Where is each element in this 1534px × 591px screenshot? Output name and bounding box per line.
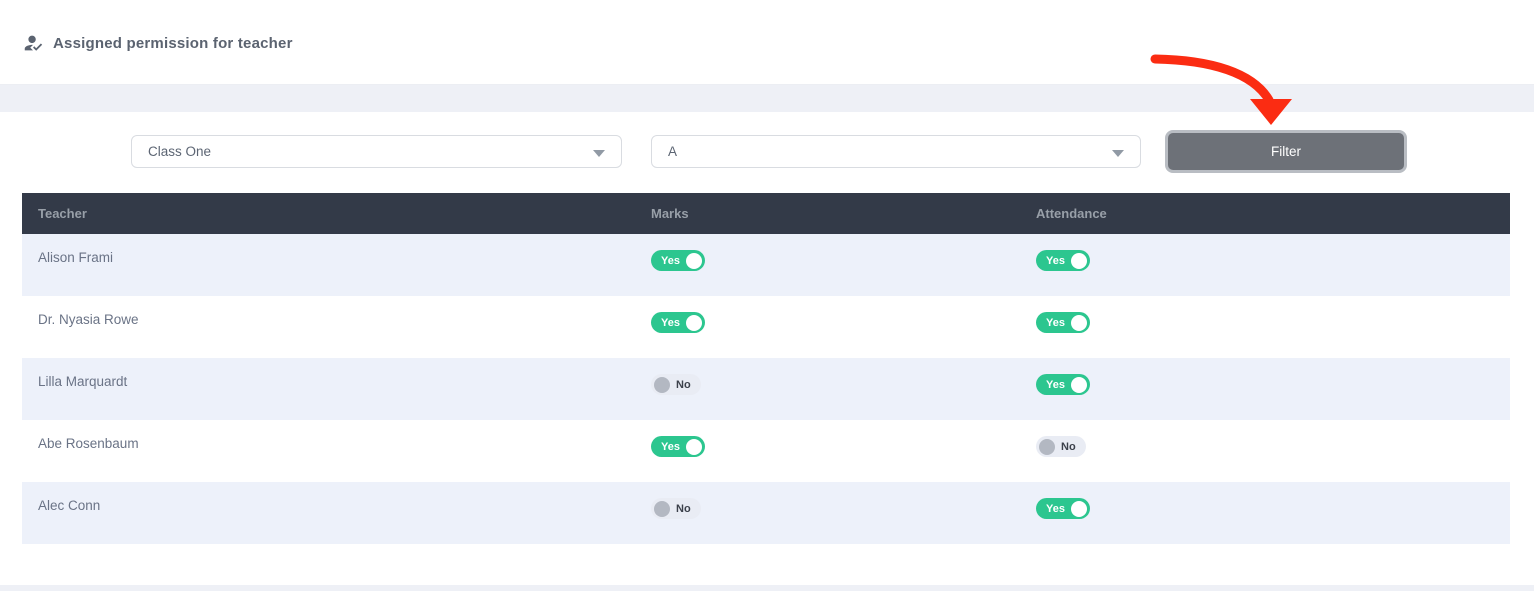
column-header-teacher: Teacher	[22, 206, 651, 221]
marks-toggle[interactable]: Yes	[651, 250, 705, 271]
toggle-knob	[1071, 315, 1087, 331]
toggle-label: Yes	[1046, 317, 1065, 329]
table-body: Alison Frami Yes Yes Dr. Nyasia Rowe Yes	[22, 234, 1510, 544]
chevron-down-icon	[593, 150, 605, 157]
toggle-knob	[654, 501, 670, 517]
table-row: Alison Frami Yes Yes	[22, 234, 1510, 296]
toggle-knob	[686, 315, 702, 331]
toggle-label: Yes	[1046, 379, 1065, 391]
attendance-toggle[interactable]: Yes	[1036, 312, 1090, 333]
chevron-down-icon	[1112, 150, 1124, 157]
toggle-label: No	[676, 379, 691, 391]
table-row: Lilla Marquardt No Yes	[22, 358, 1510, 420]
attendance-toggle[interactable]: No	[1036, 436, 1086, 457]
page: Assigned permission for teacher Class On…	[0, 0, 1534, 591]
teacher-name: Dr. Nyasia Rowe	[38, 312, 139, 327]
toggle-label: Yes	[661, 255, 680, 267]
content-panel: Class One A Filter Teacher Marks Attenda…	[0, 112, 1534, 585]
attendance-toggle[interactable]: Yes	[1036, 374, 1090, 395]
teacher-name: Abe Rosenbaum	[38, 436, 139, 451]
marks-toggle[interactable]: Yes	[651, 312, 705, 333]
toggle-knob	[1071, 377, 1087, 393]
user-check-icon	[22, 32, 44, 54]
class-select[interactable]: Class One	[131, 135, 622, 168]
toggle-knob	[1071, 253, 1087, 269]
column-header-attendance: Attendance	[1036, 206, 1510, 221]
toggle-knob	[1071, 501, 1087, 517]
marks-toggle[interactable]: Yes	[651, 436, 705, 457]
toggle-knob	[654, 377, 670, 393]
attendance-toggle[interactable]: Yes	[1036, 250, 1090, 271]
teacher-name: Alec Conn	[38, 498, 100, 513]
toggle-label: Yes	[1046, 255, 1065, 267]
toggle-label: Yes	[1046, 503, 1065, 515]
permissions-table: Teacher Marks Attendance Alison Frami Ye…	[22, 193, 1510, 544]
table-row: Abe Rosenbaum Yes No	[22, 420, 1510, 482]
marks-toggle[interactable]: No	[651, 498, 701, 519]
column-header-marks: Marks	[651, 206, 1036, 221]
table-row: Alec Conn No Yes	[22, 482, 1510, 544]
class-select-value: Class One	[148, 144, 211, 159]
attendance-toggle[interactable]: Yes	[1036, 498, 1090, 519]
marks-toggle[interactable]: No	[651, 374, 701, 395]
filter-button[interactable]: Filter	[1168, 133, 1404, 170]
toggle-label: No	[1061, 441, 1076, 453]
table-row: Dr. Nyasia Rowe Yes Yes	[22, 296, 1510, 358]
toggle-label: Yes	[661, 317, 680, 329]
toggle-label: No	[676, 503, 691, 515]
toggle-knob	[686, 253, 702, 269]
toggle-label: Yes	[661, 441, 680, 453]
group-select[interactable]: A	[651, 135, 1141, 168]
toggle-knob	[1039, 439, 1055, 455]
page-title: Assigned permission for teacher	[53, 35, 293, 52]
table-header: Teacher Marks Attendance	[22, 193, 1510, 234]
page-title-group: Assigned permission for teacher	[22, 32, 293, 54]
teacher-name: Alison Frami	[38, 250, 113, 265]
page-header: Assigned permission for teacher	[0, 0, 1534, 85]
toggle-knob	[686, 439, 702, 455]
teacher-name: Lilla Marquardt	[38, 374, 127, 389]
group-select-value: A	[668, 144, 677, 159]
